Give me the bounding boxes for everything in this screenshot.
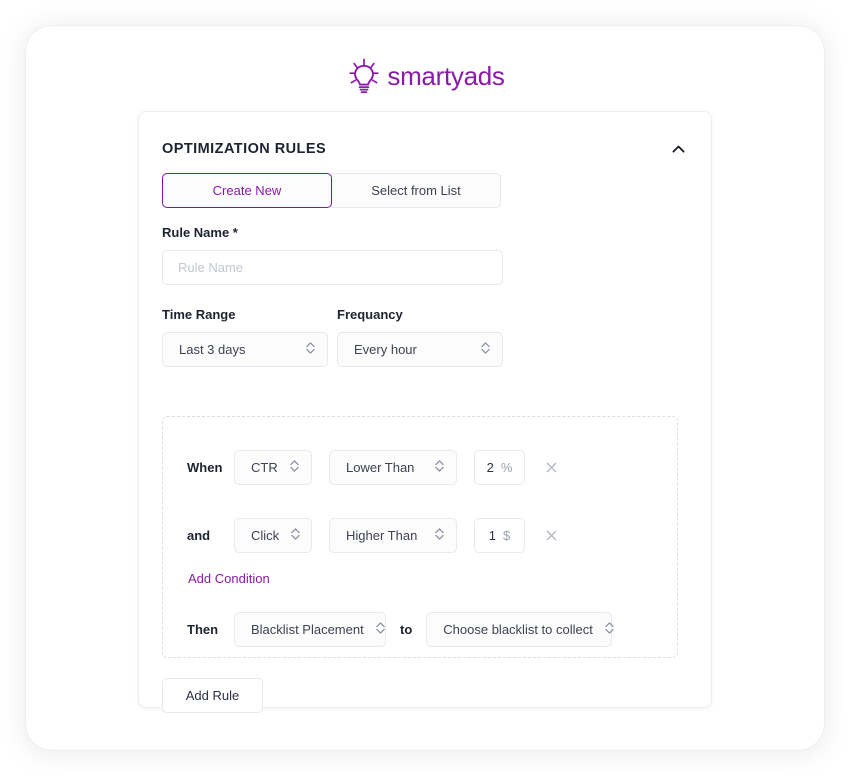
condition-operator-value: Higher Than — [346, 528, 418, 543]
chevron-up-down-icon — [304, 339, 317, 360]
then-action-value: Blacklist Placement — [251, 622, 364, 637]
condition-value-input[interactable]: 1 $ — [474, 518, 525, 553]
condition-operator-select[interactable]: Higher Than — [329, 518, 457, 553]
conditions-group: When CTR Lower Than 2 % and Click Higher… — [162, 416, 678, 658]
tab-select-from-list[interactable]: Select from List — [331, 173, 501, 208]
rule-name-input[interactable] — [162, 250, 503, 285]
optimization-rules-card: OPTIMIZATION RULES Create New Select fro… — [138, 111, 712, 713]
mode-tabs: Create New Select from List — [162, 173, 501, 208]
condition-value: 2 — [486, 460, 494, 475]
close-icon[interactable] — [538, 523, 564, 549]
page-frame: smartyads OPTIMIZATION RULES Create New … — [26, 26, 824, 750]
time-range-label: Time Range — [162, 307, 236, 322]
then-target-select[interactable]: Choose blacklist to collect — [426, 612, 614, 647]
chevron-up-down-icon — [374, 619, 387, 640]
then-target-value: Choose blacklist to collect — [443, 622, 593, 637]
brand-logo: smartyads — [26, 52, 824, 100]
rule-name-label: Rule Name * — [162, 225, 238, 240]
chevron-up-down-icon — [289, 525, 302, 546]
then-label: Then — [187, 622, 219, 637]
condition-value-input[interactable]: 2 % — [474, 450, 525, 485]
add-rule-button[interactable]: Add Rule — [162, 678, 263, 713]
add-condition-button[interactable]: Add Condition — [188, 571, 270, 586]
then-connector-label: to — [400, 622, 413, 637]
page-title: OPTIMIZATION RULES — [162, 141, 327, 157]
brand-name: smartyads — [387, 60, 505, 91]
condition-row: and Click Higher Than 1 $ — [187, 518, 564, 553]
time-range-select[interactable]: Last 3 days — [162, 332, 328, 367]
close-icon[interactable] — [538, 455, 564, 481]
condition-row: When CTR Lower Than 2 % — [187, 450, 564, 485]
chevron-up-down-icon — [433, 457, 446, 478]
condition-unit: % — [500, 460, 513, 475]
condition-metric-select[interactable]: Click — [234, 518, 312, 553]
condition-operator-value: Lower Than — [346, 460, 415, 475]
chevron-up-down-icon — [433, 525, 446, 546]
condition-conjunction: and — [187, 528, 211, 543]
chevron-up-down-icon — [288, 457, 301, 478]
card-header: OPTIMIZATION RULES — [162, 138, 689, 160]
frequency-label: Frequancy — [337, 307, 403, 322]
chevron-up-down-icon — [479, 339, 492, 360]
lightbulb-icon — [345, 56, 383, 96]
time-range-value: Last 3 days — [179, 342, 246, 357]
frequency-value: Every hour — [354, 342, 417, 357]
condition-unit: $ — [503, 528, 511, 543]
then-action-select[interactable]: Blacklist Placement — [234, 612, 386, 647]
condition-operator-select[interactable]: Lower Than — [329, 450, 457, 485]
condition-metric-value: CTR — [251, 460, 278, 475]
tab-create-new[interactable]: Create New — [162, 173, 332, 208]
condition-conjunction: When — [187, 460, 223, 475]
condition-metric-value: Click — [251, 528, 280, 543]
condition-value: 1 — [488, 528, 496, 543]
chevron-up-icon[interactable] — [667, 138, 689, 160]
chevron-up-down-icon — [603, 619, 616, 640]
then-row: Then Blacklist Placement to Choose black… — [187, 612, 614, 647]
condition-metric-select[interactable]: CTR — [234, 450, 312, 485]
frequency-select[interactable]: Every hour — [337, 332, 503, 367]
